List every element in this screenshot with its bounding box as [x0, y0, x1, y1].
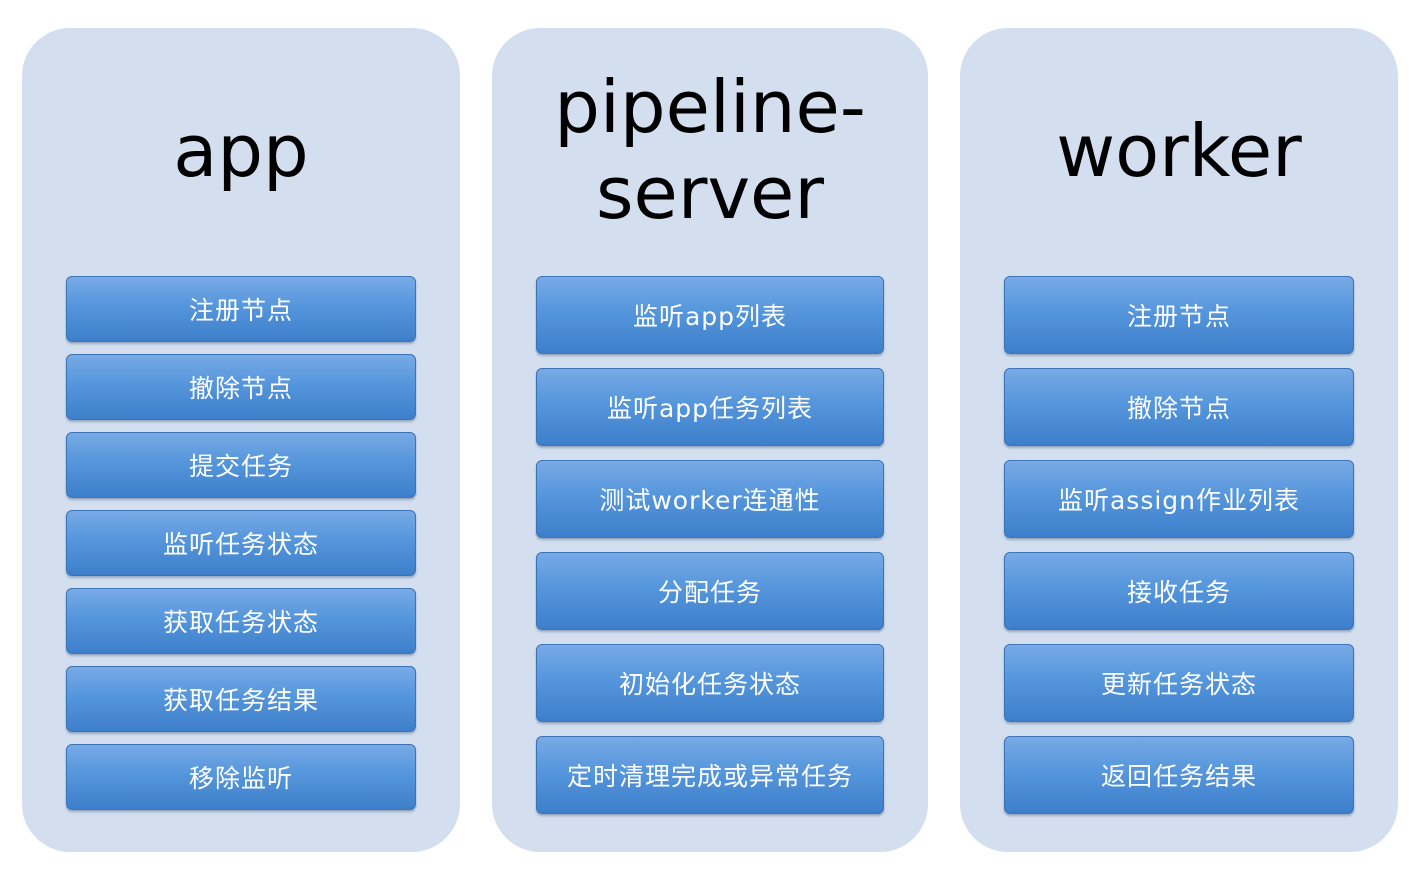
server-item-watch-app-task-list: 监听app任务列表: [536, 368, 884, 446]
worker-panel: worker 注册节点 撤除节点 监听assign作业列表 接收任务 更新任务状…: [960, 28, 1398, 852]
app-panel: app 注册节点 撤除节点 提交任务 监听任务状态 获取任务状态 获取任务结果 …: [22, 28, 460, 852]
app-item-remove-node: 撤除节点: [66, 354, 416, 420]
server-item-cleanup-tasks: 定时清理完成或异常任务: [536, 736, 884, 814]
worker-item-update-task-status: 更新任务状态: [1004, 644, 1354, 722]
worker-item-register-node: 注册节点: [1004, 276, 1354, 354]
worker-item-watch-assign-job-list: 监听assign作业列表: [1004, 460, 1354, 538]
pipeline-server-title: pipeline-server: [554, 65, 866, 235]
app-item-submit-task: 提交任务: [66, 432, 416, 498]
worker-item-return-task-result: 返回任务结果: [1004, 736, 1354, 814]
app-function-list: 注册节点 撤除节点 提交任务 监听任务状态 获取任务状态 获取任务结果 移除监听: [66, 276, 416, 822]
app-item-remove-watch: 移除监听: [66, 744, 416, 810]
app-item-watch-task-status: 监听任务状态: [66, 510, 416, 576]
worker-item-receive-task: 接收任务: [1004, 552, 1354, 630]
app-title: app: [173, 109, 309, 193]
architecture-diagram: app 注册节点 撤除节点 提交任务 监听任务状态 获取任务状态 获取任务结果 …: [0, 0, 1424, 884]
server-item-init-task-status: 初始化任务状态: [536, 644, 884, 722]
worker-item-remove-node: 撤除节点: [1004, 368, 1354, 446]
app-item-get-task-result: 获取任务结果: [66, 666, 416, 732]
pipeline-server-panel: pipeline-server 监听app列表 监听app任务列表 测试work…: [492, 28, 928, 852]
app-item-register-node: 注册节点: [66, 276, 416, 342]
app-item-get-task-status: 获取任务状态: [66, 588, 416, 654]
worker-function-list: 注册节点 撤除节点 监听assign作业列表 接收任务 更新任务状态 返回任务结…: [1004, 276, 1354, 828]
server-item-assign-task: 分配任务: [536, 552, 884, 630]
pipeline-server-function-list: 监听app列表 监听app任务列表 测试worker连通性 分配任务 初始化任务…: [536, 276, 884, 828]
server-item-test-worker-connectivity: 测试worker连通性: [536, 460, 884, 538]
server-item-watch-app-list: 监听app列表: [536, 276, 884, 354]
worker-title: worker: [1056, 109, 1302, 193]
